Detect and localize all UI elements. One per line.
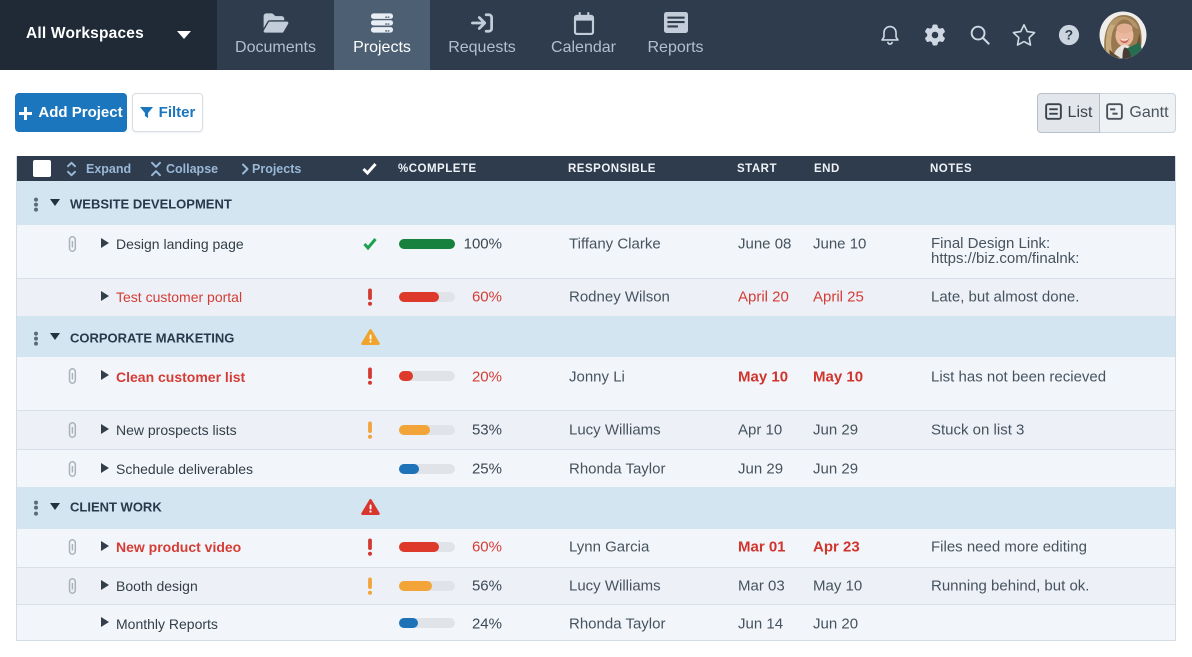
svg-text:?: ? bbox=[1065, 28, 1073, 43]
